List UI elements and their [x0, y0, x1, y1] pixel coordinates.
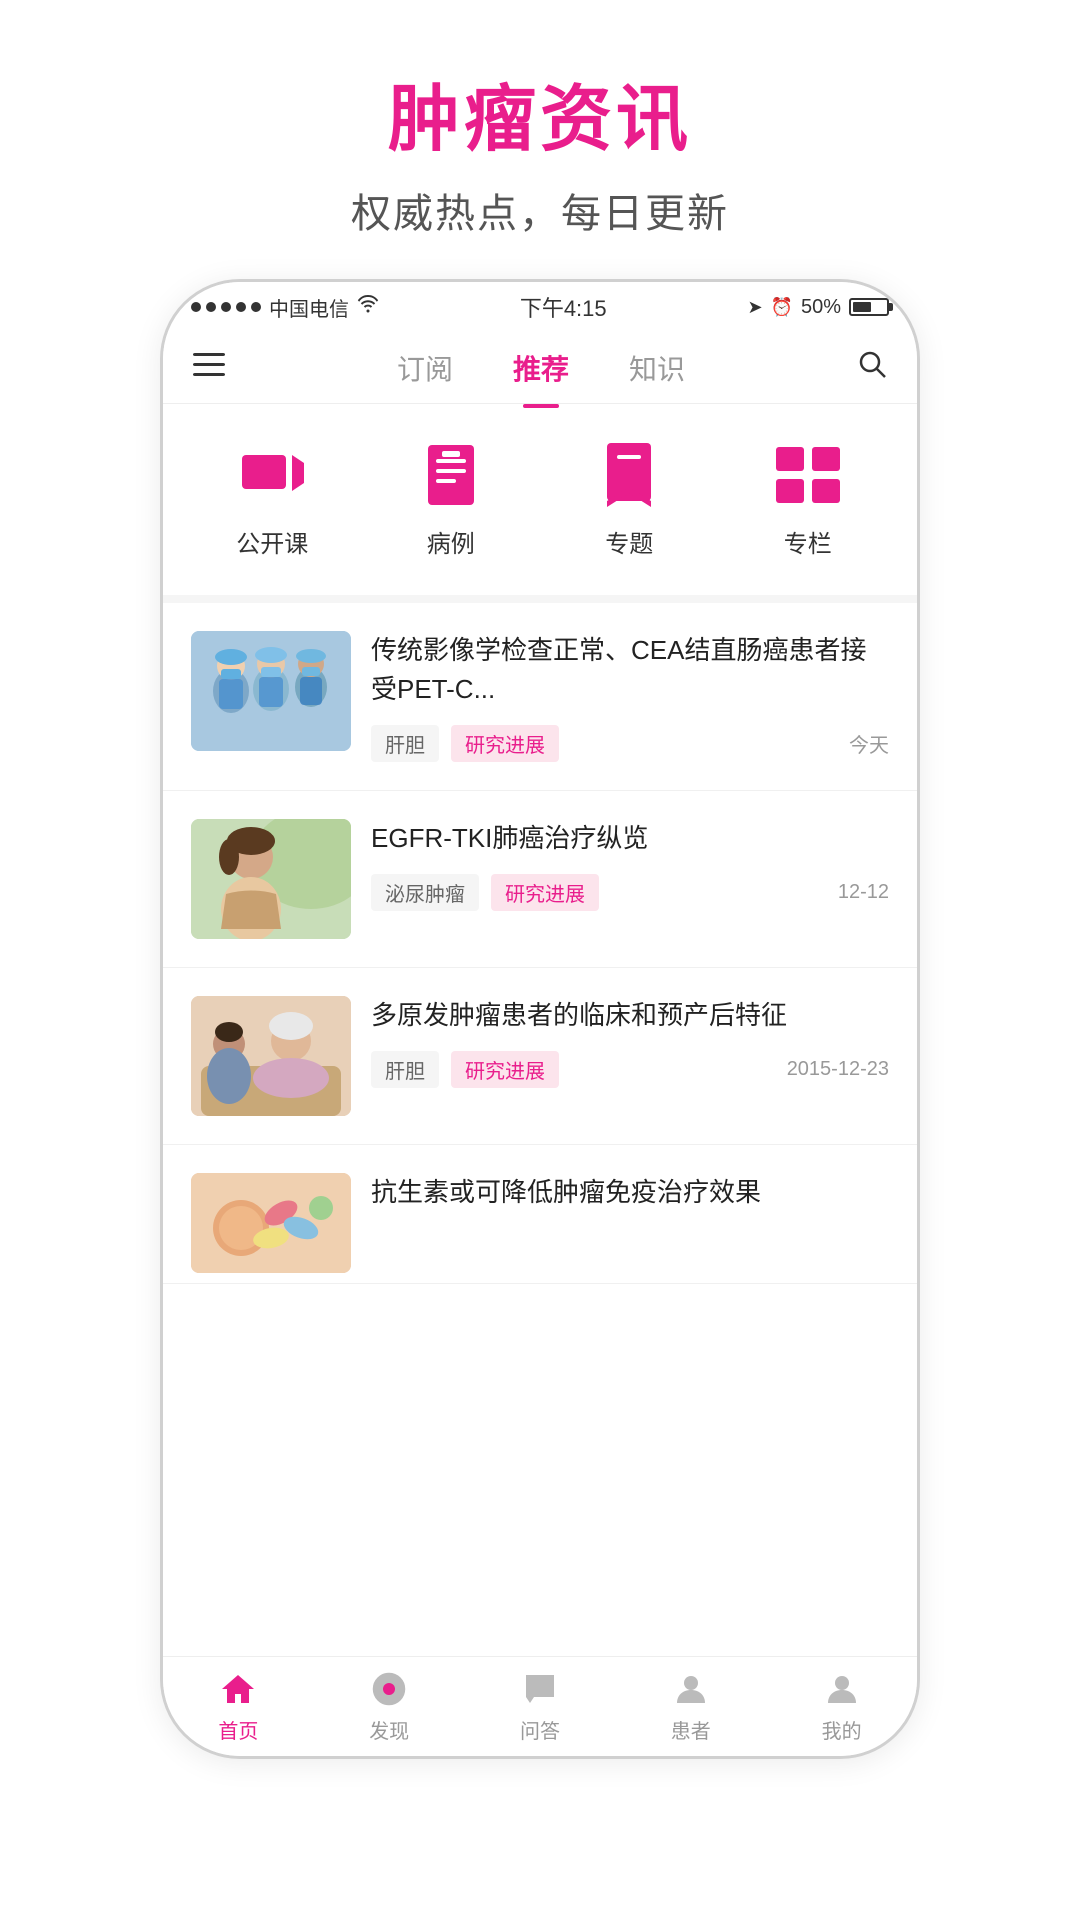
person-icon: [669, 1669, 713, 1709]
category-label-special: 专题: [605, 524, 653, 559]
bottom-nav-home[interactable]: 首页: [163, 1669, 314, 1744]
menu-icon[interactable]: [183, 342, 235, 394]
search-icon[interactable]: [847, 339, 897, 396]
signal-dot: [236, 302, 246, 312]
grid-icon: [768, 440, 848, 510]
category-row: 公开课 病例: [163, 404, 917, 603]
battery-tip: [889, 303, 893, 311]
tab-knowledge[interactable]: 知识: [629, 340, 685, 396]
article-item-2[interactable]: EGFR-TKI肺癌治疗纵览 泌尿肿瘤 研究进展 12-12: [163, 791, 917, 968]
chat-icon: [518, 1669, 562, 1709]
alarm-icon: ⏰: [771, 297, 793, 318]
battery-bar: [849, 298, 889, 316]
bottom-nav-label-patient: 患者: [671, 1715, 711, 1744]
bottom-nav-label-home: 首页: [218, 1715, 258, 1744]
page-title: 肿瘤资讯: [351, 60, 729, 165]
bottom-nav-label-discover: 发现: [369, 1715, 409, 1744]
bottom-nav-patient[interactable]: 患者: [615, 1669, 766, 1744]
article-image-4: [191, 1173, 351, 1273]
tag-urology: 泌尿肿瘤: [371, 874, 479, 911]
category-label-case: 病例: [427, 524, 475, 559]
time-display: 下午4:15: [520, 291, 607, 323]
article-image-1: [191, 631, 351, 751]
article-content-4: 抗生素或可降低肿瘤免疫治疗效果: [371, 1173, 889, 1212]
tag-research-3: 研究进展: [451, 1051, 559, 1088]
bottom-nav-label-mine: 我的: [822, 1715, 862, 1744]
article-list: 传统影像学检查正常、CEA结直肠癌患者接受PET-C... 肝胆 研究进展 今天: [163, 603, 917, 1656]
article-item-4[interactable]: 抗生素或可降低肿瘤免疫治疗效果: [163, 1145, 917, 1284]
category-special[interactable]: 专题: [589, 440, 669, 559]
home-icon: [216, 1669, 260, 1709]
article-tags-1: 肝胆 研究进展 今天: [371, 725, 889, 762]
category-label-open-course: 公开课: [236, 524, 308, 559]
category-column[interactable]: 专栏: [768, 440, 848, 559]
article-content-3: 多原发肿瘤患者的临床和预产后特征 肝胆 研究进展 2015-12-23: [371, 996, 889, 1088]
status-left: 中国电信: [191, 293, 379, 322]
category-label-column: 专栏: [784, 524, 832, 559]
article-image-3: [191, 996, 351, 1116]
status-bar: 中国电信 下午4:15 ➤ ⏰ 50%: [163, 282, 917, 332]
article-tags-2: 泌尿肿瘤 研究进展 12-12: [371, 874, 889, 911]
tag-research: 研究进展: [451, 725, 559, 762]
bottom-nav-qa[interactable]: 问答: [465, 1669, 616, 1744]
phone-inner: 公开课 病例: [163, 404, 917, 1656]
video-icon: [232, 440, 312, 510]
nav-tabs: 订阅 推荐 知识: [163, 332, 917, 404]
wifi-icon: [357, 295, 379, 319]
battery-percent: 50%: [801, 296, 841, 319]
battery-fill: [853, 302, 871, 312]
signal-dot: [221, 302, 231, 312]
signal-dot: [191, 302, 201, 312]
signal-dot: [251, 302, 261, 312]
carrier-label: 中国电信: [269, 293, 349, 322]
tag-research-2: 研究进展: [491, 874, 599, 911]
article-tags-3: 肝胆 研究进展 2015-12-23: [371, 1051, 889, 1088]
article-image-2: [191, 819, 351, 939]
article-content-1: 传统影像学检查正常、CEA结直肠癌患者接受PET-C... 肝胆 研究进展 今天: [371, 631, 889, 762]
tag-liver: 肝胆: [371, 725, 439, 762]
bookmark-icon: [589, 440, 669, 510]
bottom-nav-label-qa: 问答: [520, 1715, 560, 1744]
signal-dot: [206, 302, 216, 312]
signal-dots: [191, 302, 261, 312]
category-open-course[interactable]: 公开课: [232, 440, 312, 559]
article-title-4: 抗生素或可降低肿瘤免疫治疗效果: [371, 1173, 889, 1212]
article-item-3[interactable]: 多原发肿瘤患者的临床和预产后特征 肝胆 研究进展 2015-12-23: [163, 968, 917, 1145]
bottom-nav: 首页 发现 问答: [163, 1656, 917, 1756]
article-title-1: 传统影像学检查正常、CEA结直肠癌患者接受PET-C...: [371, 631, 889, 709]
phone-content: 订阅 推荐 知识: [163, 332, 917, 1756]
article-title-2: EGFR-TKI肺癌治疗纵览: [371, 819, 889, 858]
tab-subscribe[interactable]: 订阅: [397, 340, 453, 396]
bottom-nav-discover[interactable]: 发现: [314, 1669, 465, 1744]
page-subtitle: 权威热点，每日更新: [351, 181, 729, 239]
article-date-1: 今天: [849, 729, 889, 758]
article-title-3: 多原发肿瘤患者的临床和预产后特征: [371, 996, 889, 1035]
nav-tab-group: 订阅 推荐 知识: [235, 340, 847, 396]
bottom-nav-mine[interactable]: 我的: [766, 1669, 917, 1744]
user-icon: [820, 1669, 864, 1709]
category-case[interactable]: 病例: [411, 440, 491, 559]
compass-icon: [367, 1669, 411, 1709]
document-icon: [411, 440, 491, 510]
status-right: ➤ ⏰ 50%: [747, 296, 889, 319]
article-date-3: 2015-12-23: [787, 1058, 889, 1081]
location-icon: ➤: [747, 297, 762, 318]
phone-frame: 中国电信 下午4:15 ➤ ⏰ 50%: [160, 279, 920, 1759]
article-item-1[interactable]: 传统影像学检查正常、CEA结直肠癌患者接受PET-C... 肝胆 研究进展 今天: [163, 603, 917, 791]
tab-recommend[interactable]: 推荐: [513, 340, 569, 396]
article-date-2: 12-12: [838, 881, 889, 904]
tag-liver-2: 肝胆: [371, 1051, 439, 1088]
article-content-2: EGFR-TKI肺癌治疗纵览 泌尿肿瘤 研究进展 12-12: [371, 819, 889, 911]
page-header: 肿瘤资讯 权威热点，每日更新: [351, 0, 729, 239]
